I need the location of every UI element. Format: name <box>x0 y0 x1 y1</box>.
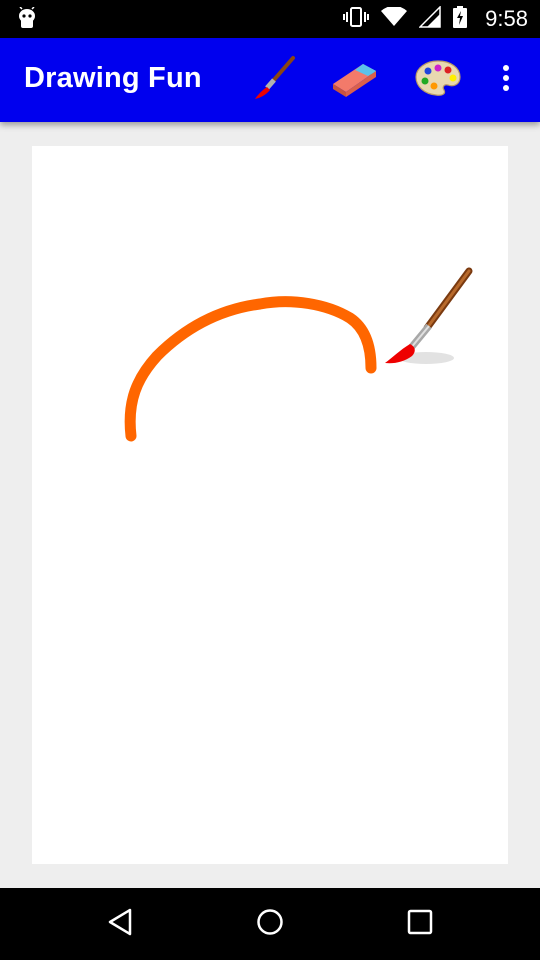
battery-charging-icon <box>453 5 468 33</box>
brush-tool-button[interactable] <box>248 54 300 106</box>
signal-icon <box>418 4 441 33</box>
vibrate-icon <box>343 6 370 33</box>
home-icon <box>256 908 284 941</box>
overflow-menu-button[interactable] <box>484 54 528 106</box>
navigation-bar <box>0 888 540 960</box>
eraser-tool-button[interactable] <box>328 54 380 106</box>
home-button[interactable] <box>248 902 292 946</box>
recents-icon <box>407 909 433 940</box>
back-icon <box>106 908 134 941</box>
overflow-menu-icon <box>501 64 511 97</box>
eraser-icon <box>329 56 379 105</box>
drawn-stroke <box>124 296 377 442</box>
status-bar: 9:58 <box>0 0 540 38</box>
wifi-icon <box>381 5 408 32</box>
drawing-canvas[interactable] <box>32 146 508 864</box>
color-palette-button[interactable] <box>412 54 464 106</box>
palette-icon <box>415 59 461 102</box>
android-notification-icon <box>16 6 38 36</box>
app-title: Drawing Fun <box>24 62 202 94</box>
recents-button[interactable] <box>398 902 442 946</box>
status-time: 9:58 <box>485 6 528 31</box>
paintbrush-cursor-icon <box>385 267 473 364</box>
back-button[interactable] <box>98 902 142 946</box>
paintbrush-icon <box>251 55 297 106</box>
app-bar: Drawing Fun <box>0 38 540 122</box>
